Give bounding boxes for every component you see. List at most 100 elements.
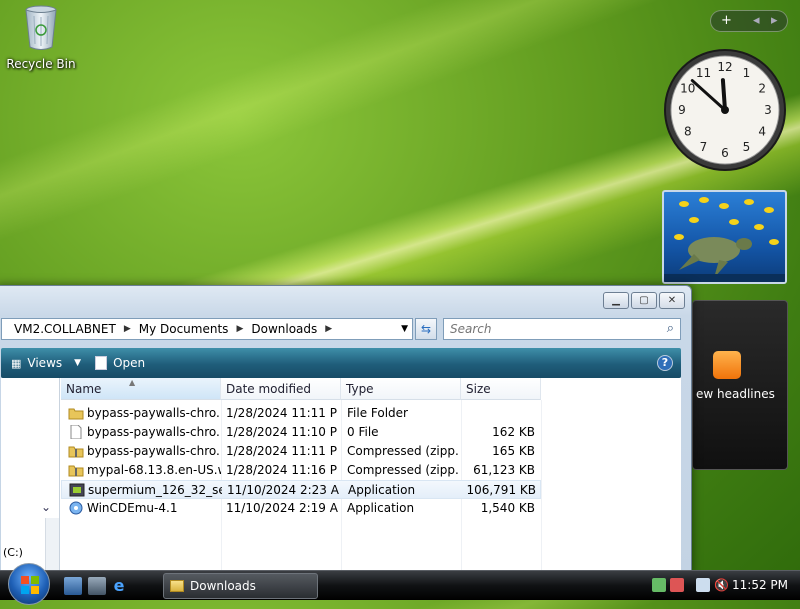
clock-numeral: 2 bbox=[758, 82, 766, 96]
file-date: 1/28/2024 11:16 PM bbox=[226, 463, 338, 477]
address-dropdown-icon[interactable]: ▼ bbox=[401, 324, 408, 334]
turtle-image bbox=[664, 197, 785, 282]
file-list[interactable]: ▲ Name Date modified Type Size bypass-pa… bbox=[61, 378, 681, 576]
file-name: bypass-paywalls-chro... bbox=[87, 444, 221, 458]
switch-windows-icon[interactable] bbox=[88, 577, 106, 595]
start-button[interactable] bbox=[8, 563, 50, 605]
file-row[interactable]: bypass-paywalls-chro... 1/28/2024 11:11 P… bbox=[61, 442, 541, 461]
refresh-button[interactable]: ⇆ bbox=[415, 318, 437, 340]
file-type: Application bbox=[348, 483, 416, 497]
search-icon[interactable]: ⌕ bbox=[667, 321, 674, 336]
open-label: Open bbox=[113, 356, 146, 370]
file-date: 11/10/2024 2:23 AM bbox=[227, 483, 339, 497]
taskbar-button-downloads[interactable]: Downloads bbox=[163, 573, 318, 599]
file-size: 106,791 KB bbox=[466, 483, 536, 497]
file-row[interactable]: bypass-paywalls-chro... 1/28/2024 11:10 P… bbox=[61, 423, 541, 442]
clock-numeral: 5 bbox=[743, 140, 751, 154]
clock-gadget[interactable]: 1234567891011 12 bbox=[663, 48, 787, 172]
volume-muted-icon[interactable]: 🔇 bbox=[714, 578, 729, 592]
sidebar-controls: + ◂ ▸ bbox=[710, 10, 788, 32]
address-bar[interactable]: VM2.COLLABNET ▶ My Documents ▶ Downloads… bbox=[1, 318, 413, 340]
refresh-icon: ⇆ bbox=[420, 322, 432, 336]
breadcrumb-my-documents[interactable]: My Documents bbox=[139, 322, 229, 336]
breadcrumb-separator-icon[interactable]: ▶ bbox=[325, 324, 332, 334]
clock-numeral: 7 bbox=[700, 140, 708, 154]
column-header-date[interactable]: Date modified bbox=[221, 378, 341, 400]
views-dropdown-icon[interactable]: ▼ bbox=[74, 358, 81, 368]
minimize-button[interactable]: ▁ bbox=[603, 292, 629, 309]
recycle-bin-label: Recycle Bin bbox=[6, 57, 76, 71]
file-date: 1/28/2024 11:11 PM bbox=[226, 406, 338, 420]
breadcrumb-separator-icon[interactable]: ▶ bbox=[236, 324, 243, 334]
file-size: 1,540 KB bbox=[480, 501, 535, 515]
add-gadget-button[interactable]: + bbox=[721, 13, 732, 28]
network-icon[interactable] bbox=[696, 578, 710, 592]
file-date: 11/10/2024 2:19 AM bbox=[226, 501, 338, 515]
chevron-down-icon[interactable]: ⌄ bbox=[41, 500, 51, 514]
folder-icon bbox=[170, 580, 184, 592]
internet-explorer-icon[interactable]: e bbox=[110, 577, 128, 595]
file-type: Application bbox=[347, 501, 415, 515]
rss-icon bbox=[713, 351, 741, 379]
views-icon: ▦ bbox=[11, 356, 22, 370]
file-type: 0 File bbox=[347, 425, 379, 439]
windows-defender-icon[interactable] bbox=[652, 578, 666, 592]
slideshow-gadget[interactable] bbox=[662, 190, 787, 284]
breadcrumb-downloads[interactable]: Downloads bbox=[251, 322, 317, 336]
taskbar-clock[interactable]: 11:52 PM bbox=[732, 578, 788, 592]
column-divider bbox=[541, 400, 542, 576]
maximize-icon: ▢ bbox=[639, 295, 649, 306]
feed-headlines-label: ew headlines bbox=[696, 387, 775, 401]
minimize-icon: ▁ bbox=[612, 295, 620, 306]
system-tray: 🔇 11:52 PM bbox=[648, 571, 800, 601]
file-date: 1/28/2024 11:11 PM bbox=[226, 444, 338, 458]
clock-hour-hand bbox=[720, 78, 727, 112]
help-button[interactable]: ? bbox=[657, 355, 673, 371]
file-row[interactable]: supermium_126_32_set... 11/10/2024 2:23 A… bbox=[61, 480, 541, 499]
explorer-window[interactable]: ▁ ▢ ✕ VM2.COLLABNET ▶ My Documents ▶ Dow… bbox=[0, 285, 692, 576]
open-button[interactable]: Open bbox=[95, 356, 145, 370]
drive-c-label[interactable]: (C:) bbox=[3, 546, 23, 559]
maximize-button[interactable]: ▢ bbox=[631, 292, 657, 309]
sidebar-next-button[interactable]: ▸ bbox=[771, 13, 778, 28]
column-header-size[interactable]: Size bbox=[461, 378, 541, 400]
sidebar-prev-button[interactable]: ◂ bbox=[753, 13, 760, 28]
views-label: Views bbox=[27, 356, 63, 370]
clock-numeral: 1 bbox=[743, 66, 751, 80]
show-desktop-icon[interactable] bbox=[64, 577, 82, 595]
clock-numeral: 9 bbox=[678, 103, 686, 117]
content-area: ⌄ (C:) ▲ Name Date modified Type Size by… bbox=[1, 378, 681, 576]
sort-arrow-icon: ▲ bbox=[129, 378, 136, 387]
file-row[interactable]: mypal-68.13.8.en-US.w... 1/28/2024 11:16 … bbox=[61, 461, 541, 480]
security-center-icon[interactable] bbox=[670, 578, 684, 592]
file-name: supermium_126_32_set... bbox=[88, 483, 222, 497]
file-name: bypass-paywalls-chro... bbox=[87, 406, 221, 420]
column-header-name[interactable]: ▲ Name bbox=[61, 378, 221, 400]
desktop-icon-recycle-bin[interactable]: Recycle Bin bbox=[6, 2, 76, 71]
breadcrumb-separator-icon[interactable]: ▶ bbox=[124, 324, 131, 334]
breadcrumb-computer[interactable]: VM2.COLLABNET bbox=[14, 322, 116, 336]
taskbar: e Downloads 🔇 11:52 PM bbox=[0, 563, 800, 605]
file-size: 165 KB bbox=[492, 444, 535, 458]
file-row[interactable]: WinCDEmu-4.1 11/10/2024 2:19 AM Applicatio… bbox=[61, 499, 541, 518]
navigation-pane[interactable]: ⌄ (C:) bbox=[1, 378, 60, 576]
file-row[interactable]: bypass-paywalls-chro... 1/28/2024 11:11 P… bbox=[61, 404, 541, 423]
feed-headlines-gadget[interactable]: ew headlines bbox=[692, 300, 788, 470]
taskbar-button-label: Downloads bbox=[190, 579, 256, 593]
close-button[interactable]: ✕ bbox=[659, 292, 685, 309]
search-box[interactable]: ⌕ bbox=[443, 318, 681, 340]
clock-numeral: 12 bbox=[717, 60, 732, 74]
close-icon: ✕ bbox=[667, 295, 677, 306]
clock-numeral: 8 bbox=[684, 125, 692, 139]
clock-numeral: 6 bbox=[721, 146, 729, 160]
caption-buttons: ▁ ▢ ✕ bbox=[603, 292, 685, 309]
column-header-type-label: Type bbox=[346, 382, 374, 396]
column-header-type[interactable]: Type bbox=[341, 378, 461, 400]
command-bar: ▦ Views ▼ Open ? bbox=[1, 348, 681, 378]
views-button[interactable]: ▦ Views ▼ bbox=[11, 356, 81, 370]
column-header-name-label: Name bbox=[66, 382, 102, 396]
search-input[interactable] bbox=[448, 319, 648, 339]
file-size: 61,123 KB bbox=[473, 463, 535, 477]
file-size: 162 KB bbox=[492, 425, 535, 439]
file-date: 1/28/2024 11:10 PM bbox=[226, 425, 338, 439]
